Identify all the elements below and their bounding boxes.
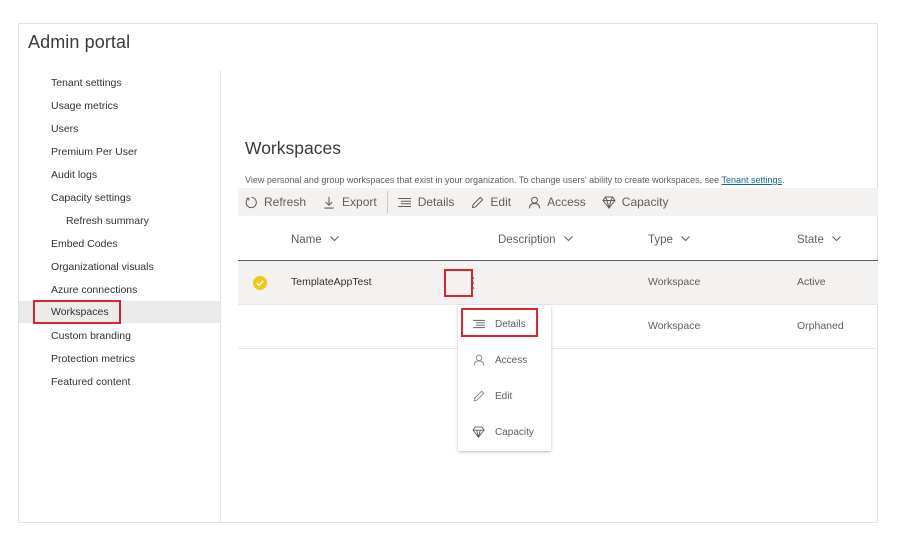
person-icon bbox=[472, 354, 485, 367]
menu-item-label: Details bbox=[495, 318, 526, 330]
sidebar-item-premium-per-user[interactable]: Premium Per User bbox=[19, 141, 220, 163]
menu-item-label: Access bbox=[495, 354, 528, 366]
pencil-icon bbox=[470, 195, 484, 209]
admin-portal-window: Admin portal Tenant settings Usage metri… bbox=[18, 23, 878, 523]
chevron-down-icon bbox=[832, 235, 841, 245]
sidebar-item-protection-metrics[interactable]: Protection metrics bbox=[19, 348, 220, 370]
cell-name: TemplateAppTest bbox=[291, 276, 372, 288]
page-description: View personal and group workspaces that … bbox=[245, 175, 785, 185]
column-header-state[interactable]: State bbox=[797, 234, 841, 246]
toolbar: Refresh Export Details Edit Access Capac… bbox=[238, 188, 878, 216]
chevron-down-icon bbox=[329, 235, 339, 245]
cell-state: Orphaned bbox=[797, 320, 844, 332]
tenant-settings-link[interactable]: Tenant settings bbox=[722, 175, 783, 185]
page-title: Workspaces bbox=[245, 138, 341, 158]
sidebar-item-embed-codes[interactable]: Embed Codes bbox=[19, 233, 220, 255]
menu-item-label: Edit bbox=[495, 390, 513, 402]
refresh-label: Refresh bbox=[264, 195, 307, 209]
description-end: . bbox=[782, 175, 785, 185]
sidebar-item-capacity-settings[interactable]: Capacity settings bbox=[19, 187, 220, 209]
table-row[interactable]: TemplateAppTest Workspace Active bbox=[238, 261, 878, 305]
diamond-icon bbox=[602, 195, 616, 209]
edit-button[interactable]: Edit bbox=[470, 188, 511, 216]
refresh-button[interactable]: Refresh bbox=[244, 188, 306, 216]
column-label: Description bbox=[498, 234, 556, 246]
column-header-name[interactable]: Name bbox=[291, 234, 339, 246]
table-row[interactable]: Workspace Orphaned bbox=[238, 305, 878, 349]
menu-item-capacity[interactable]: Capacity bbox=[458, 414, 551, 450]
sidebar-item-usage-metrics[interactable]: Usage metrics bbox=[19, 95, 220, 117]
download-icon bbox=[322, 195, 336, 209]
pencil-icon bbox=[472, 390, 485, 403]
details-button[interactable]: Details bbox=[398, 188, 455, 216]
person-icon bbox=[527, 195, 541, 209]
workspaces-table: Name Description Type State TemplateAppT… bbox=[238, 224, 878, 349]
main-content: Workspaces View personal and group works… bbox=[222, 24, 878, 522]
context-menu: Details Access Edit Capacity bbox=[458, 305, 551, 451]
column-header-type[interactable]: Type bbox=[648, 234, 690, 246]
capacity-label: Capacity bbox=[621, 195, 669, 209]
export-button[interactable]: Export bbox=[322, 188, 377, 216]
sidebar-item-tenant-settings[interactable]: Tenant settings bbox=[19, 72, 220, 94]
column-label: Name bbox=[291, 234, 322, 246]
sidebar-item-audit-logs[interactable]: Audit logs bbox=[19, 164, 220, 186]
menu-item-label: Capacity bbox=[495, 426, 534, 438]
menu-item-access[interactable]: Access bbox=[458, 342, 551, 378]
menu-item-details[interactable]: Details bbox=[458, 306, 551, 342]
column-label: State bbox=[797, 234, 824, 246]
details-list-icon bbox=[398, 195, 412, 209]
sidebar-item-refresh-summary[interactable]: Refresh summary bbox=[19, 210, 220, 232]
toolbar-divider bbox=[386, 191, 388, 213]
sidebar-item-azure-connections[interactable]: Azure connections bbox=[19, 279, 220, 301]
table-header: Name Description Type State bbox=[238, 224, 878, 261]
checkmark-circle-icon[interactable] bbox=[253, 276, 267, 290]
edit-label: Edit bbox=[490, 195, 512, 209]
portal-title: Admin portal bbox=[28, 32, 131, 52]
details-label: Details bbox=[417, 195, 455, 209]
details-list-icon bbox=[472, 318, 485, 331]
diamond-icon bbox=[472, 426, 485, 439]
refresh-icon bbox=[244, 195, 258, 209]
cell-type: Workspace bbox=[648, 320, 701, 332]
chevron-down-icon bbox=[563, 235, 573, 245]
more-options-button[interactable] bbox=[461, 271, 485, 295]
sidebar-item-workspaces[interactable]: Workspaces bbox=[19, 301, 220, 323]
access-button[interactable]: Access bbox=[527, 188, 586, 216]
access-label: Access bbox=[547, 195, 586, 209]
sidebar: Tenant settings Usage metrics Users Prem… bbox=[19, 70, 221, 522]
cell-type: Workspace bbox=[648, 276, 701, 288]
description-text: View personal and group workspaces that … bbox=[245, 175, 722, 185]
sidebar-item-organizational-visuals[interactable]: Organizational visuals bbox=[19, 256, 220, 278]
cell-state: Active bbox=[797, 276, 826, 288]
sidebar-item-custom-branding[interactable]: Custom branding bbox=[19, 325, 220, 347]
sidebar-item-featured-content[interactable]: Featured content bbox=[19, 371, 220, 393]
capacity-button[interactable]: Capacity bbox=[602, 188, 669, 216]
export-label: Export bbox=[342, 195, 377, 209]
sidebar-item-users[interactable]: Users bbox=[19, 118, 220, 140]
chevron-down-icon bbox=[681, 235, 690, 245]
column-label: Type bbox=[648, 234, 673, 246]
menu-item-edit[interactable]: Edit bbox=[458, 378, 551, 414]
column-header-description[interactable]: Description bbox=[498, 234, 573, 246]
